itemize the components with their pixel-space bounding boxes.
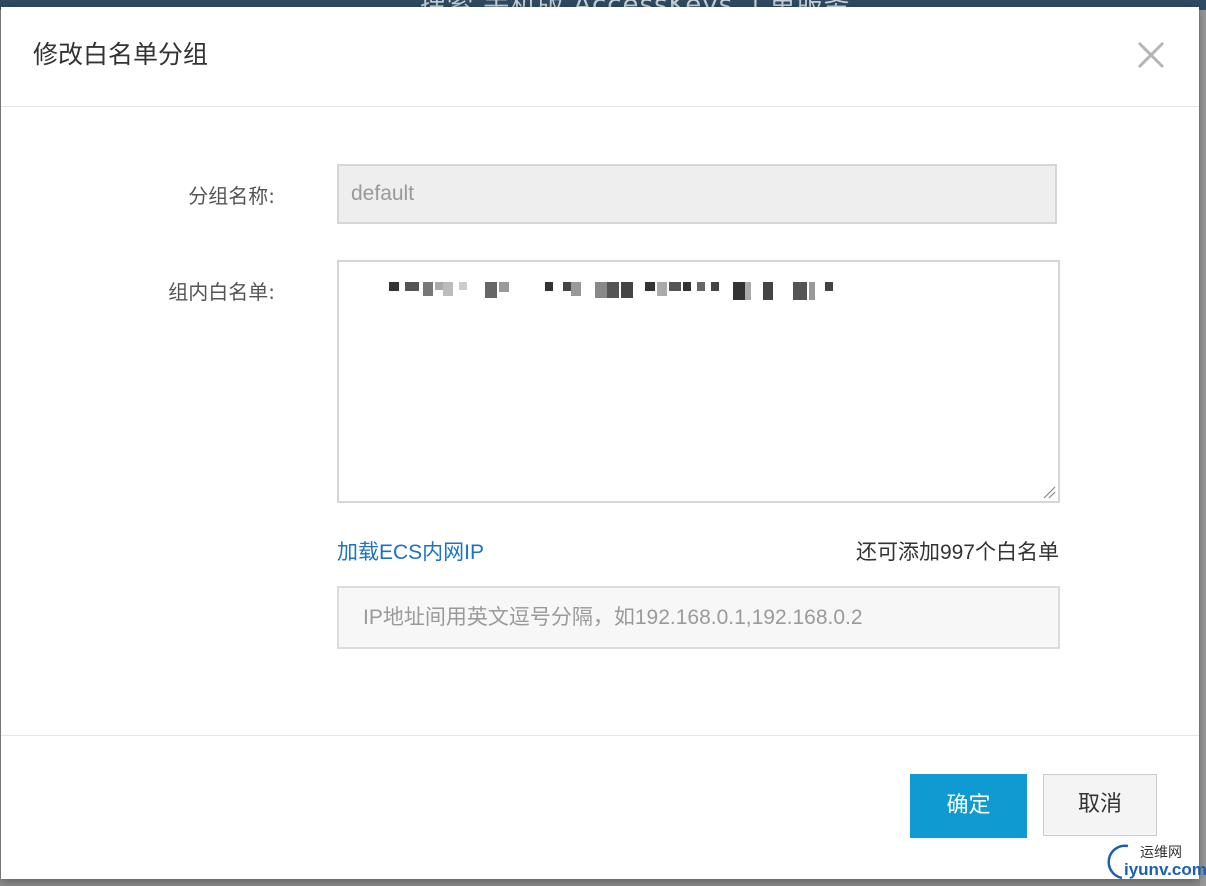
group-name-input[interactable]: default (337, 164, 1057, 224)
group-name-label: 分组名称: (188, 184, 275, 208)
dialog-title: 修改白名单分组 (33, 40, 209, 69)
cancel-button[interactable]: 取消 (1043, 774, 1157, 836)
page-backdrop-edge (1200, 10, 1206, 886)
watermark-en-text: iyunv.com (1124, 860, 1206, 879)
close-icon (1137, 41, 1165, 69)
whitelist-label: 组内白名单: (168, 280, 275, 304)
obscured-ip-list (339, 262, 1058, 322)
edit-whitelist-group-dialog: 修改白名单分组 分组名称: default 组内白名单: 加载ECS内网IP 还… (1, 7, 1199, 879)
watermark-logo: 运维网 iyunv.com (1098, 836, 1206, 884)
whitelist-textarea[interactable] (337, 260, 1060, 503)
remaining-count-text: 还可添加997个白名单 (855, 541, 1059, 564)
load-ecs-ip-link[interactable]: 加载ECS内网IP (337, 536, 484, 566)
watermark-cn-text: 运维网 (1140, 845, 1182, 861)
ip-address-input[interactable]: IP地址间用英文逗号分隔，如192.168.0.1,192.168.0.2 (337, 586, 1060, 649)
dialog-header: 修改白名单分组 (1, 7, 1199, 107)
confirm-button[interactable]: 确定 (910, 774, 1027, 838)
resize-handle-icon[interactable] (1042, 485, 1056, 499)
close-button[interactable] (1133, 37, 1169, 73)
